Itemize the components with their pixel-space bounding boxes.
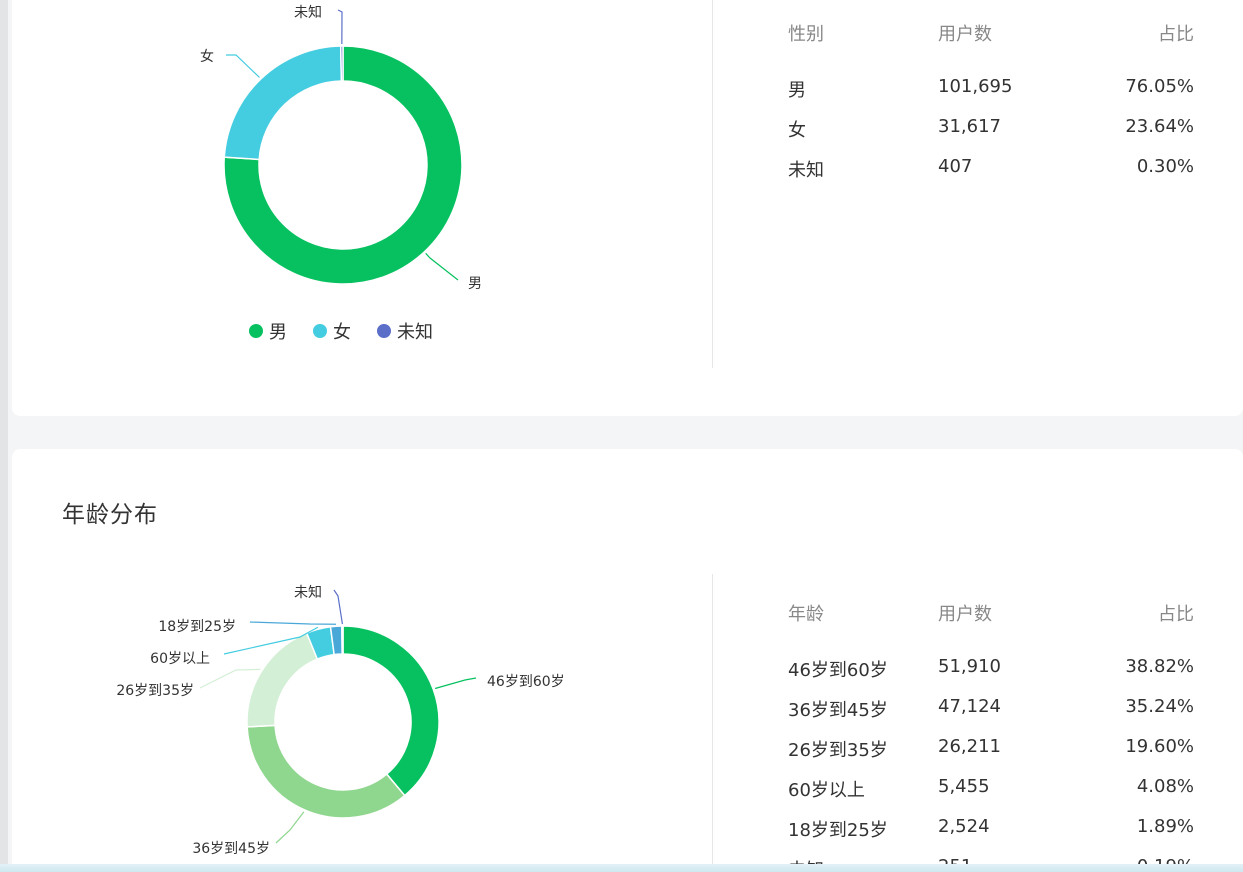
gender-divider <box>712 0 713 368</box>
gender-table-row-0-cell-2: 76.05% <box>1125 76 1194 97</box>
gender-leader-line-0 <box>425 252 459 281</box>
age-slice-label-3: 60岁以上 <box>150 651 210 667</box>
age-table-row-3-cell-2: 4.08% <box>1136 776 1194 797</box>
legend-label: 未知 <box>397 322 433 343</box>
gender-table-row-1-cell-2: 23.64% <box>1125 116 1194 137</box>
legend-item-2[interactable]: 未知 <box>377 318 433 344</box>
age-table-header-0[interactable]: 年龄 <box>788 600 824 626</box>
age-leader-line-4 <box>249 621 337 625</box>
age-table: 年龄 用户数 占比 46岁到60岁 51,910 38.82% 36岁到45岁 47,124 3… <box>788 598 1194 872</box>
age-leader-line-0 <box>434 677 477 690</box>
age-table-row-2-cell-0: 26岁到35岁 <box>788 740 888 761</box>
age-leader-line-2 <box>199 668 261 689</box>
age-table-row-2-cell-1: 26,211 <box>938 736 1001 757</box>
gender-table-row-0-cell-1: 101,695 <box>938 76 1013 97</box>
gender-leader-line-1 <box>226 54 260 78</box>
gender-table-header-0[interactable]: 性别 <box>788 20 824 46</box>
gender-table-row-1-cell-0: 女 <box>788 120 806 141</box>
age-table-row-1-cell-2: 35.24% <box>1125 696 1194 717</box>
legend-item-1[interactable]: 女 <box>313 318 351 344</box>
age-table-row-2-cell-2: 19.60% <box>1125 736 1194 757</box>
age-table-row-4-cell-0: 18岁到25岁 <box>788 820 888 841</box>
age-table-row-0-cell-1: 51,910 <box>938 656 1001 677</box>
gender-table-header-2[interactable]: 占比 <box>1158 20 1194 46</box>
age-slice-1[interactable] <box>246 724 406 819</box>
legend-label: 男 <box>269 322 287 343</box>
age-table-header-2[interactable]: 占比 <box>1158 600 1194 626</box>
age-divider <box>712 574 713 872</box>
gender-table-row-1-cell-1: 31,617 <box>938 116 1001 137</box>
age-table-row-0-cell-2: 38.82% <box>1125 656 1194 677</box>
gender-slice-label-2: 未知 <box>294 4 322 21</box>
legend-dot-icon <box>377 324 391 338</box>
gender-table-header-1[interactable]: 用户数 <box>938 20 992 46</box>
age-table-row-1-cell-1: 47,124 <box>938 696 1001 717</box>
age-table-row-3-cell-1: 5,455 <box>938 776 990 797</box>
legend-item-0[interactable]: 男 <box>249 318 287 344</box>
age-leader-line-1 <box>275 811 305 844</box>
gender-legend: 男 女 未知 <box>249 318 459 344</box>
gender-slice-label-1: 女 <box>200 48 214 65</box>
age-slice-0[interactable] <box>342 625 440 797</box>
gender-leader-line-2 <box>337 9 343 45</box>
age-table-row-4-cell-1: 2,524 <box>938 816 990 837</box>
gender-slice-label-0: 男 <box>468 276 482 292</box>
gender-table-row-0-cell-0: 男 <box>788 80 806 101</box>
legend-label: 女 <box>333 322 351 343</box>
gender-slice-1[interactable] <box>223 45 343 161</box>
age-table-row-3-cell-0: 60岁以上 <box>788 780 865 801</box>
age-slice-label-5: 未知 <box>294 584 322 601</box>
age-slice-label-0: 46岁到60岁 <box>487 674 565 690</box>
gender-table-row-2-cell-0: 未知 <box>788 160 824 181</box>
age-slice-label-1: 36岁到45岁 <box>192 841 270 857</box>
age-table-row-0-cell-0: 46岁到60岁 <box>788 660 888 681</box>
age-leader-line-5 <box>333 589 344 625</box>
gender-table-row-2-cell-1: 407 <box>938 156 973 177</box>
gender-table: 性别 用户数 占比男 101,695 76.05% 女 31,617 23.64% 未知 407 0… <box>788 18 1194 198</box>
legend-dot-icon <box>313 324 327 338</box>
age-slice-label-4: 18岁到25岁 <box>158 619 236 635</box>
age-donut-chart: 46岁到60岁 36岁到45岁 26岁到35岁 60岁以上 18岁到25岁 未知 <box>116 584 565 857</box>
age-table-row-1-cell-0: 36岁到45岁 <box>788 700 888 721</box>
age-slice-5[interactable] <box>341 625 344 655</box>
gender-slice-2[interactable] <box>339 45 344 82</box>
age-section-title: 年龄分布 <box>62 502 158 528</box>
age-table-row-4-cell-2: 1.89% <box>1136 816 1194 837</box>
legend-dot-icon <box>249 324 263 338</box>
bottom-edge <box>0 864 1243 872</box>
age-table-header-1[interactable]: 用户数 <box>938 600 992 626</box>
age-slice-2[interactable] <box>246 632 319 728</box>
gender-table-row-2-cell-2: 0.30% <box>1136 156 1194 177</box>
gender-donut-chart: 男 女 未知 <box>200 4 482 292</box>
age-slice-label-2: 26岁到35岁 <box>116 683 194 699</box>
